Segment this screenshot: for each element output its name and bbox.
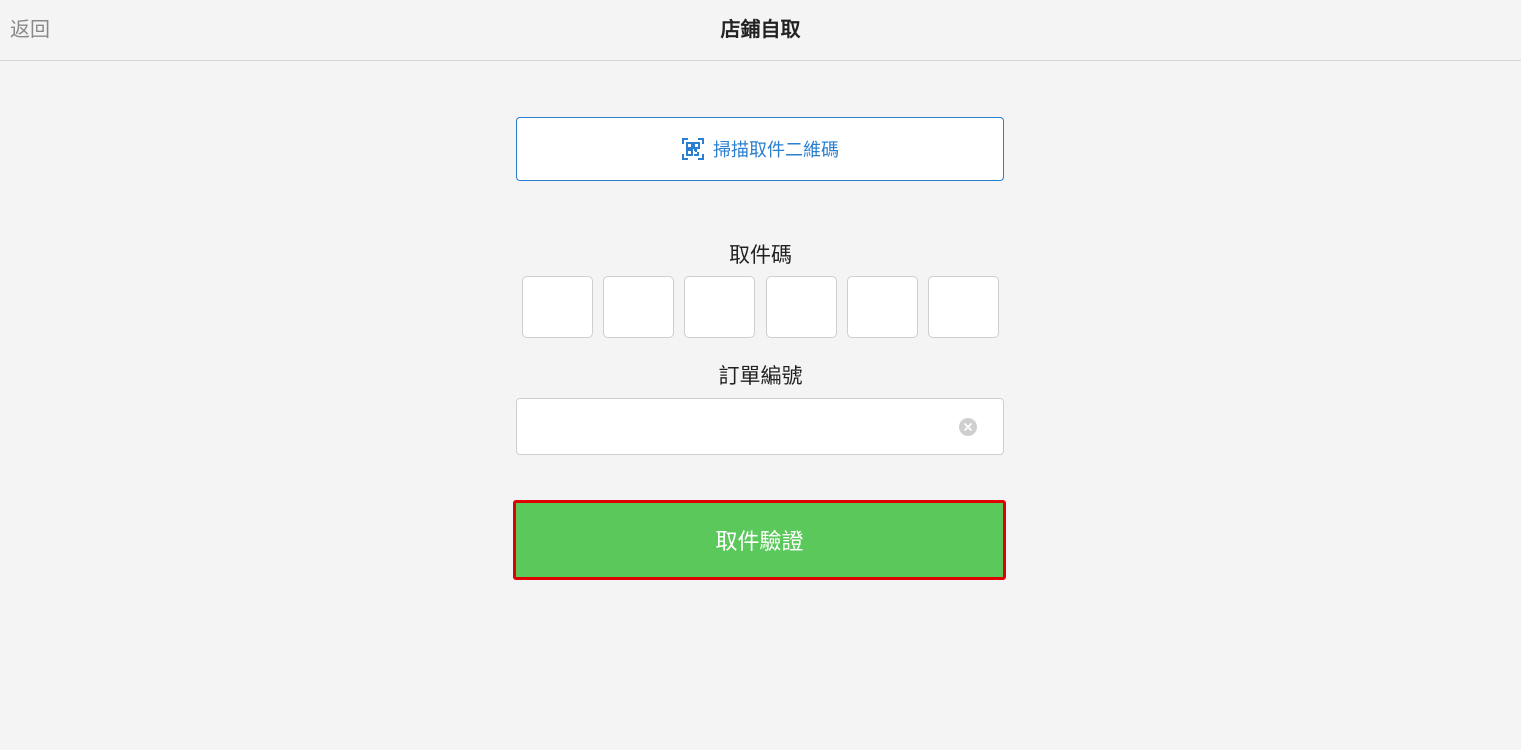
qr-scan-icon [681, 137, 705, 161]
order-number-label: 訂單編號 [718, 364, 803, 388]
clear-icon[interactable] [959, 418, 977, 436]
pickup-code-digit-2[interactable] [603, 276, 674, 338]
pickup-code-digit-3[interactable] [684, 276, 755, 338]
scan-qr-label: 掃描取件二維碼 [713, 140, 839, 161]
pickup-code-inputs [522, 276, 1000, 338]
order-number-input[interactable] [527, 407, 951, 449]
verify-pickup-button[interactable]: 取件驗證 [513, 500, 1006, 580]
pickup-code-digit-1[interactable] [522, 276, 593, 338]
order-number-field [516, 398, 1004, 455]
scan-qr-button[interactable]: 掃描取件二維碼 [516, 117, 1004, 181]
pickup-code-digit-5[interactable] [847, 276, 918, 338]
pickup-code-digit-6[interactable] [928, 276, 999, 338]
top-bar: 返回 店鋪自取 [0, 0, 1521, 61]
page-title: 店鋪自取 [720, 17, 801, 41]
pickup-code-digit-4[interactable] [766, 276, 837, 338]
pickup-code-label: 取件碼 [729, 243, 792, 267]
